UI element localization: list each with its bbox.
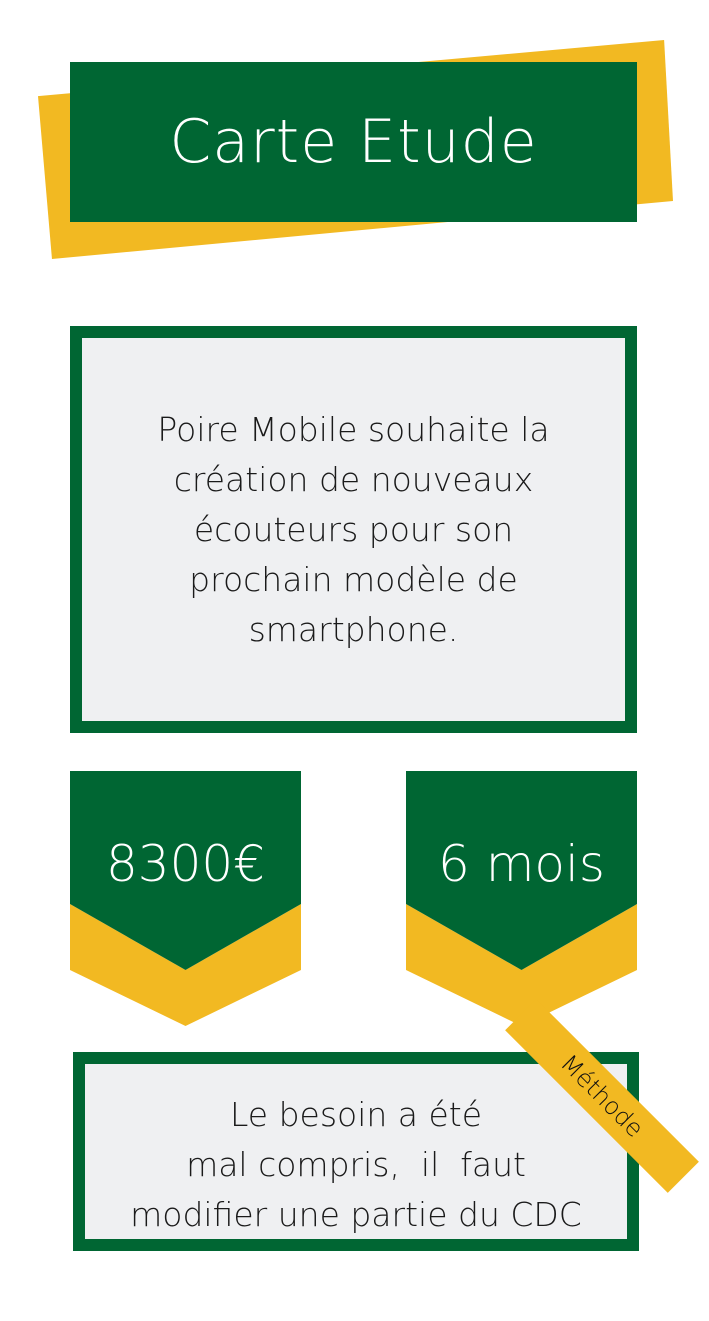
budget-value: 8300€ <box>105 834 266 893</box>
remark-text: Le besoin a été mal compris, il faut mod… <box>93 1090 619 1240</box>
duration-value: 6 mois <box>438 834 605 893</box>
remark-card: Le besoin a été mal compris, il faut mod… <box>73 1052 639 1251</box>
description-text: Poire Mobile souhaite la création de nou… <box>157 409 550 649</box>
remark-line: mal compris, il faut <box>186 1145 526 1184</box>
description-card: Poire Mobile souhaite la création de nou… <box>70 326 637 733</box>
budget-chevron: 8300€ <box>70 771 301 1026</box>
duration-chevron: 6 mois <box>406 771 637 1026</box>
page-title: Carte Etude <box>169 107 538 177</box>
remark-line: modifier une partie du CDC <box>130 1195 582 1234</box>
title-banner: Carte Etude <box>70 62 637 222</box>
remark-line: Le besoin a été <box>229 1095 483 1134</box>
